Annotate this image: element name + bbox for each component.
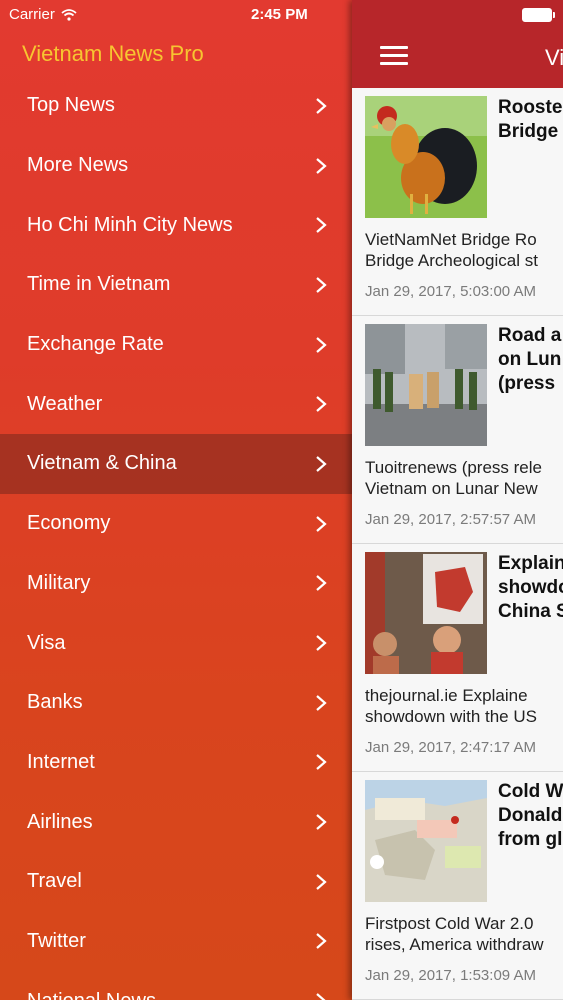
menu-item-label: Internet <box>27 750 95 773</box>
chevron-right-icon <box>316 396 327 413</box>
chevron-right-icon <box>316 456 327 472</box>
menu-item-banks[interactable]: Banks <box>0 673 352 733</box>
menu-item-label: Weather <box>27 392 103 415</box>
article-source-summary: thejournal.ie Explaine showdown with the… <box>365 686 537 726</box>
menu-item-time-in-vietnam[interactable]: Time in Vietnam <box>0 255 352 315</box>
street-parade-photo-thumbnail <box>365 324 487 446</box>
article-headline: Explain showdo China S <box>498 553 563 622</box>
menu-item-hcmc-news[interactable]: Ho Chi Minh City News <box>0 195 352 255</box>
menu-item-internet[interactable]: Internet <box>0 733 352 793</box>
article-headline: Cold W Donald from gl <box>498 781 563 850</box>
chevron-right-icon <box>316 993 326 1000</box>
menu-item-label: National News <box>27 990 156 1000</box>
menu-item-label: Top News <box>27 94 115 117</box>
menu-item-economy[interactable]: Economy <box>0 494 352 554</box>
menu-item-label: Ho Chi Minh City News <box>27 213 233 236</box>
page-title: Vi <box>545 45 563 70</box>
menu-item-exchange-rate[interactable]: Exchange Rate <box>0 315 352 375</box>
menu-item-airlines[interactable]: Airlines <box>0 792 352 852</box>
menu-item-label: Banks <box>27 691 83 714</box>
menu-title: Vietnam News Pro <box>22 41 204 66</box>
article-source-summary: Firstpost Cold War 2.0 rises, America wi… <box>365 914 544 954</box>
chevron-right-icon <box>316 336 327 353</box>
hamburger-menu-icon[interactable] <box>380 46 408 66</box>
menu-item-label: Vietnam & China <box>27 452 177 475</box>
chevron-right-icon <box>316 98 327 114</box>
chevron-right-icon <box>316 814 327 830</box>
chevron-right-icon <box>316 575 327 592</box>
article-list: Rooste Bridge VietNamNet Bridge Ro Bridg… <box>352 88 563 1000</box>
menu-item-national-news[interactable]: National News <box>0 971 352 1000</box>
article-date: Jan 29, 2017, 2:47:17 AM <box>365 739 536 756</box>
chevron-right-icon <box>316 217 327 234</box>
menu-item-label: Economy <box>27 512 111 535</box>
menu-item-label: More News <box>27 154 129 177</box>
battery-icon <box>522 8 555 22</box>
article-source-summary: VietNamNet Bridge Ro Bridge Archeologica… <box>365 230 538 270</box>
menu-item-label: Time in Vietnam <box>27 273 171 296</box>
menu-item-label: Visa <box>27 631 66 654</box>
status-bar: Carrier 2:45 PM <box>0 0 563 30</box>
article-card[interactable]: Road a on Lun (press Tuoitrenews (press … <box>352 316 563 544</box>
rooster-photo-thumbnail <box>365 96 487 218</box>
chevron-right-icon <box>316 157 327 174</box>
menu-item-visa[interactable]: Visa <box>0 613 352 673</box>
protest-photo-thumbnail <box>365 552 487 674</box>
chevron-right-icon <box>316 515 327 532</box>
status-time: 2:45 PM <box>251 6 308 23</box>
article-date: Jan 29, 2017, 5:03:00 AM <box>365 283 536 300</box>
menu-item-label: Twitter <box>27 929 86 952</box>
menu-item-weather[interactable]: Weather <box>0 374 352 434</box>
article-date: Jan 29, 2017, 1:53:09 AM <box>365 967 536 984</box>
article-headline: Road a on Lun (press <box>498 325 562 394</box>
article-card[interactable]: Rooste Bridge VietNamNet Bridge Ro Bridg… <box>352 88 563 316</box>
menu-item-vietnam-china[interactable]: Vietnam & China <box>0 434 352 494</box>
map-photo-thumbnail <box>365 780 487 902</box>
article-source-summary: Tuoitrenews (press rele Vietnam on Lunar… <box>365 458 542 498</box>
chevron-right-icon <box>316 277 327 293</box>
chevron-right-icon <box>316 694 327 711</box>
menu-list: Top News More News Ho Chi Minh City News… <box>0 76 352 1000</box>
carrier-indicator: Carrier <box>9 6 77 23</box>
menu-item-travel[interactable]: Travel <box>0 852 352 912</box>
side-menu: Vietnam News Pro Top News More News Ho C… <box>0 0 352 1000</box>
article-date: Jan 29, 2017, 2:57:57 AM <box>365 511 536 528</box>
article-card[interactable]: Explain showdo China S thejournal.ie Exp… <box>352 544 563 772</box>
main-panel: Vi Rooste Bridge VietNamNet Bridge Ro Br… <box>352 0 563 1000</box>
wifi-icon <box>61 8 77 21</box>
article-card[interactable]: Cold W Donald from gl Firstpost Cold War… <box>352 772 563 1000</box>
chevron-right-icon <box>316 873 327 890</box>
chevron-right-icon <box>316 635 327 651</box>
menu-item-top-news[interactable]: Top News <box>0 76 352 136</box>
carrier-label: Carrier <box>9 6 55 23</box>
menu-item-twitter[interactable]: Twitter <box>0 912 352 972</box>
menu-item-label: Travel <box>27 870 82 893</box>
menu-item-label: Airlines <box>27 810 93 833</box>
menu-item-military[interactable]: Military <box>0 554 352 614</box>
menu-item-label: Exchange Rate <box>27 333 164 356</box>
menu-item-label: Military <box>27 571 91 594</box>
menu-item-more-news[interactable]: More News <box>0 136 352 196</box>
chevron-right-icon <box>316 754 327 771</box>
article-headline: Rooste Bridge <box>498 97 563 142</box>
chevron-right-icon <box>316 933 327 950</box>
